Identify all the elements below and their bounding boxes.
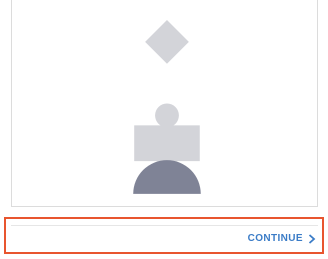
- circle-shape: [155, 103, 179, 128]
- shapes-illustration: [133, 20, 201, 194]
- continue-label: CONTINUE: [247, 233, 303, 244]
- divider: [11, 225, 318, 226]
- screen: CONTINUE: [0, 0, 328, 259]
- continue-button[interactable]: CONTINUE: [248, 233, 316, 244]
- onboarding-card: [11, 0, 318, 207]
- chevron-right-icon: [308, 233, 316, 244]
- half-circle-shape: [133, 160, 201, 194]
- rectangle-shape: [134, 125, 200, 162]
- diamond-shape: [145, 20, 189, 64]
